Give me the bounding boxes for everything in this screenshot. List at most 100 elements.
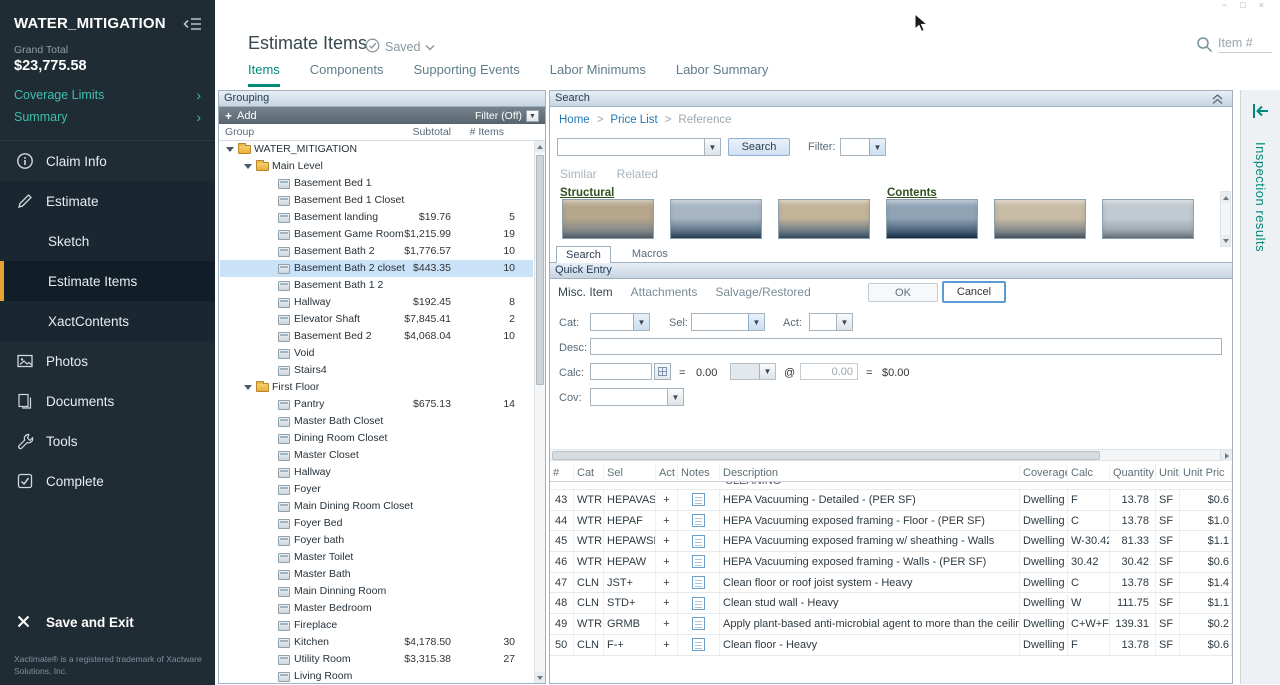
tab-labor-summary[interactable]: Labor Summary [676,62,768,87]
filter-dropdown[interactable]: Filter (Off) ▼ [475,110,539,122]
group-row-utility-room[interactable]: Utility Room$3,315.3827 [220,651,533,668]
sidebar-collapse-icon[interactable] [183,16,203,32]
category-structural[interactable]: Structural [560,187,614,199]
cancel-button[interactable]: Cancel [942,281,1006,303]
tab-supporting-events[interactable]: Supporting Events [414,62,520,87]
sidebar-item-sketch[interactable]: Sketch [0,221,215,261]
row-act[interactable]: + [656,635,678,655]
price-list-row[interactable]: 50CLNF-++Clean floor - HeavyDwellingF13.… [550,635,1232,656]
item-number-input[interactable] [1218,34,1272,53]
link-similar[interactable]: Similar [560,167,597,181]
room-photo-4[interactable] [886,199,978,239]
group-row-basement-bed-2[interactable]: Basement Bed 2$4,068.0410 [220,328,533,345]
note-icon[interactable] [692,514,705,527]
sidebar-item-complete[interactable]: Complete [0,461,215,501]
table-horizontal-scrollbar[interactable] [550,449,1232,461]
grouping-scrollbar[interactable] [534,141,545,683]
filter-select[interactable]: ▼ [840,138,886,156]
inspection-results-label[interactable]: Inspection results [1253,142,1268,252]
sidebar-item-documents[interactable]: Documents [0,381,215,421]
price-list-row[interactable]: 43WTRHEPAVAS+HEPA Vacuuming - Detailed -… [550,490,1232,511]
tab-search[interactable]: Search [556,246,611,263]
ok-button[interactable]: OK [868,283,938,302]
category-contents[interactable]: Contents [887,187,937,199]
expand-arrow-icon[interactable] [226,147,234,152]
group-row-first-floor[interactable]: First Floor [220,379,533,396]
scroll-right-arrow-icon[interactable] [1220,450,1232,461]
group-row-master-bath[interactable]: Master Bath [220,566,533,583]
row-act[interactable]: + [656,490,678,510]
filter-dropdown-arrow-icon[interactable]: ▼ [526,110,539,122]
column-cat[interactable]: Cat [574,465,604,481]
search-button[interactable]: Search [728,138,790,156]
group-row-hallway[interactable]: Hallway [220,464,533,481]
note-icon[interactable] [692,535,705,548]
tab-components[interactable]: Components [310,62,384,87]
group-row-stairs4[interactable]: Stairs4 [220,362,533,379]
group-row-pantry[interactable]: Pantry$675.1314 [220,396,533,413]
link-related[interactable]: Related [617,167,658,181]
tab-attachments[interactable]: Attachments [631,285,698,299]
chevron-down-icon[interactable] [425,40,435,54]
group-row-main-dining-room-closet[interactable]: Main Dining Room Closet [220,498,533,515]
column-unit-pric[interactable]: Unit Pric [1180,465,1232,481]
group-row-foyer-bath[interactable]: Foyer bath [220,532,533,549]
scroll-up-arrow-icon[interactable] [1221,192,1230,203]
sel-input[interactable] [692,314,748,330]
sidebar-item-estimate[interactable]: Estimate [0,181,215,221]
close-button[interactable]: × [1259,0,1264,10]
column-subtotal[interactable]: Subtotal [412,126,451,138]
combo-dropdown-arrow-icon[interactable]: ▼ [704,139,720,155]
expand-arrow-icon[interactable] [244,385,252,390]
note-icon[interactable] [692,576,705,589]
column-description[interactable]: Description [720,465,1020,481]
sel-dropdown-arrow-icon[interactable]: ▼ [748,314,764,330]
filter-select-input[interactable] [841,139,869,155]
tab-macros[interactable]: Macros [623,246,677,262]
group-row-basement-landing[interactable]: Basement landing$19.765 [220,209,533,226]
sidebar-item-claim-info[interactable]: Claim Info [0,141,215,181]
tab-misc-item[interactable]: Misc. Item [558,285,613,299]
cat-input[interactable] [591,314,633,330]
act-dropdown-arrow-icon[interactable]: ▼ [836,314,852,330]
group-row-elevator-shaft[interactable]: Elevator Shaft$7,845.412 [220,311,533,328]
inspection-results-strip[interactable]: Inspection results [1240,90,1280,684]
room-photo-6[interactable] [1102,199,1194,239]
sidebar-item-estimate-items[interactable]: Estimate Items [0,261,215,301]
price-list-row[interactable]: 45WTRHEPAWSH+HEPA Vacuuming exposed fram… [550,531,1232,552]
scrollbar-thumb[interactable] [536,155,544,385]
note-icon[interactable] [692,617,705,630]
row-act[interactable]: + [656,593,678,613]
sidebar-item-xactcontents[interactable]: XactContents [0,301,215,341]
column-sel[interactable]: Sel [604,465,656,481]
description-input[interactable] [590,338,1222,355]
sidebar-link-coverage-limits[interactable]: Coverage Limits› [0,84,215,106]
filter-dropdown-arrow-icon[interactable]: ▼ [869,139,885,155]
group-row-master-bath-closet[interactable]: Master Bath Closet [220,413,533,430]
restore-button[interactable]: □ [1240,0,1245,10]
minimize-button[interactable]: − [1222,0,1227,10]
scroll-down-arrow-icon[interactable] [535,672,545,683]
group-row-main-level[interactable]: Main Level [220,158,533,175]
group-row-living-room[interactable]: Living Room [220,668,533,683]
search-icon[interactable] [1196,36,1214,54]
column-calc[interactable]: Calc [1068,465,1110,481]
group-row-fireplace[interactable]: Fireplace [220,617,533,634]
column-unit[interactable]: Unit [1156,465,1180,481]
group-row-master-closet[interactable]: Master Closet [220,447,533,464]
coverage-input[interactable] [591,389,667,405]
expand-panel-arrow-icon[interactable] [1251,102,1271,123]
row-act[interactable]: + [656,511,678,531]
group-row-dining-room-closet[interactable]: Dining Room Closet [220,430,533,447]
sel-select[interactable]: ▼ [691,313,765,331]
price-list-row[interactable]: 46WTRHEPAW+HEPA Vacuuming exposed framin… [550,552,1232,573]
coverage-dropdown-arrow-icon[interactable]: ▼ [667,389,683,405]
group-row-basement-bed-1-closet[interactable]: Basement Bed 1 Closet [220,192,533,209]
calc-input[interactable] [590,363,652,380]
unit-dropdown-arrow-icon[interactable]: ▼ [759,364,775,379]
group-row-master-bedroom[interactable]: Master Bedroom [220,600,533,617]
tab-items[interactable]: Items [248,62,280,87]
column-[interactable]: # [550,465,574,481]
add-group-button[interactable]: Add [237,110,257,122]
group-row-foyer[interactable]: Foyer [220,481,533,498]
